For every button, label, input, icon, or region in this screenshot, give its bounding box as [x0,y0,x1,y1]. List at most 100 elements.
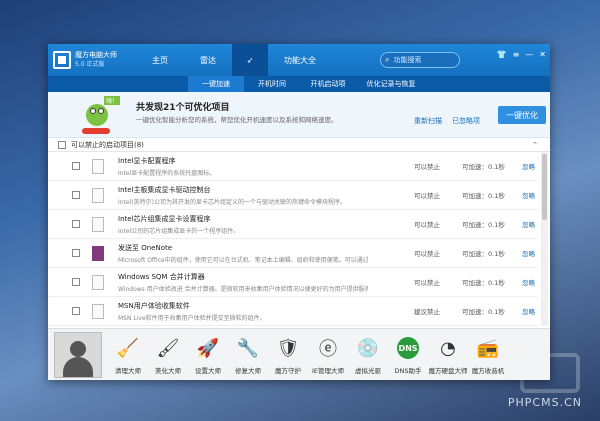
tool-dns[interactable]: DNSDNS助手 [388,335,428,375]
row-checkbox[interactable] [72,307,80,315]
tool-label: 美化大师 [155,365,181,375]
row-checkbox[interactable] [72,249,80,257]
nav-all-features[interactable]: 功能大全 [268,44,332,76]
tool-disk[interactable]: ◔魔方硬盘大师 [428,335,468,375]
row-ignore-link[interactable]: 忽略 [522,219,535,229]
row-name: Intel主板集成显卡驱动控制台 [118,185,368,195]
row-gain: 可加速：0.1秒 [462,248,505,258]
title-bar: 魔方电脑大师 5.0 正式版 主页 雷达 ➶ 功能大全 ⌕ 功能搜索 👕 ≡ —… [48,44,550,76]
tool-disc[interactable]: 💿虚拟光驱 [348,335,388,375]
nav-accelerate[interactable]: ➶ [232,44,268,76]
tool-ie[interactable]: ⓔIE管理大师 [308,335,348,375]
table-row: Windows SQM 合并计算器 Windows 用户体验改进 合并计算器。是微… [48,268,538,297]
row-ignore-link[interactable]: 忽略 [522,277,535,287]
app-window: 魔方电脑大师 5.0 正式版 主页 雷达 ➶ 功能大全 ⌕ 功能搜索 👕 ≡ —… [48,44,550,380]
cube-icon [53,51,71,69]
row-checkbox[interactable] [72,191,80,199]
banner-desc: 一键优化智能分析您的系统，帮您优化开机速度以及系统和网络速度。 [136,114,338,124]
banner-title: 共发现21个可优化项目 [136,100,230,113]
file-icon [92,217,104,232]
row-desc: Intel显卡配置程序的系统托盘图标。 [118,168,368,177]
tab-one-click-speedup[interactable]: 一键加速 [188,76,244,92]
row-name: Intel显卡配置程序 [118,156,368,166]
row-advice: 可以禁止 [414,248,440,258]
rocket-icon: 🚀 [196,335,220,361]
search-box[interactable]: ⌕ 功能搜索 [380,52,460,68]
brush-icon: 🖌 [156,335,180,361]
dns-icon: DNS [396,335,420,361]
row-ignore-link[interactable]: 忽略 [522,248,535,258]
table-row: Intel主板集成显卡驱动控制台Intel(英特尔)公司为其开发的显卡芯片组定义… [48,181,538,210]
row-name: Windows SQM 合并计算器 [118,272,368,282]
row-advice: 可以禁止 [414,190,440,200]
ignored-link[interactable]: 已忽略项 [452,116,480,126]
sub-nav: 一键加速 开机时间 开机启动项 优化记录与恢复 [48,76,550,92]
ie-icon: ⓔ [316,335,340,361]
search-icon: ⌕ [385,55,389,65]
table-row: Intel显卡配置程序 Intel显卡配置程序的系统托盘图标。 可以禁止 可加速：0.… [48,152,538,181]
search-placeholder: 功能搜索 [393,55,421,65]
tool-shield[interactable]: 🛡 魔方守护 [268,335,308,375]
row-desc: Intel公司的芯片组集成显卡的一个程序组件。 [118,226,368,235]
onenote-icon [92,246,104,261]
shield-icon: 🛡 [276,335,300,361]
tool-label: 清理大师 [115,365,141,375]
tool-wrench[interactable]: 🔧修复大师 [228,335,268,375]
tool-dock: 🧹清理大师🖌美化大师🚀设置大师🔧修复大师🛡魔方守护ⓔIE管理大师💿虚拟光驱DNS… [48,328,550,380]
group-checkbox[interactable] [58,141,66,149]
shirt-icon[interactable]: 👕 [497,50,507,59]
file-icon [92,188,104,203]
row-desc: Microsoft Office中的组件，使用它可以在台式机、笔记本上编辑、组织… [118,255,368,264]
chevron-up-icon[interactable]: ⌃ [532,141,538,149]
tab-boot-time[interactable]: 开机时间 [244,76,300,92]
nav-home[interactable]: 主页 [136,44,184,76]
app-name: 魔方电脑大师 [75,51,117,60]
close-icon[interactable]: ✕ [539,50,546,59]
table-row: MSN用户体验收集软件MSN Live软件用于收集用户体验并提交至微软的组件。建… [48,297,538,326]
minimize-icon[interactable]: — [525,50,533,59]
startup-list: Intel显卡配置程序Intel显卡配置程序的系统托盘图标。可以禁止可加速：0.… [48,152,538,326]
avatar[interactable] [54,332,102,378]
frog-mascot: 嗨！ [78,96,114,134]
row-advice: 可以禁止 [414,277,440,287]
tool-label: 魔方守护 [275,365,301,375]
row-desc: MSN Live软件用于收集用户体验并提交至微软的组件。 [118,313,368,322]
row-ignore-link[interactable]: 忽略 [522,190,535,200]
file-icon [92,275,104,290]
row-name: 发送至 OneNote [118,243,368,253]
scrollbar-thumb[interactable] [542,154,547,220]
disk-icon: ◔ [436,335,460,361]
table-row: Intel芯片组集成显卡设置程序Intel公司的芯片组集成显卡的一个程序组件。可… [48,210,538,239]
nav-radar[interactable]: 雷达 [184,44,232,76]
row-advice: 可以禁止 [414,161,440,171]
row-checkbox[interactable] [72,162,80,170]
tab-history[interactable]: 优化记录与恢复 [356,76,426,92]
menu-icon[interactable]: ≡ [513,50,520,59]
tab-startup-items[interactable]: 开机启动项 [300,76,356,92]
scan-banner: 嗨！ 共发现21个可优化项目 一键优化智能分析您的系统，帮您优化开机速度以及系统… [48,92,550,138]
app-logo: 魔方电脑大师 5.0 正式版 [48,44,136,76]
group-header[interactable]: 可以禁止的启动项目(8) ⌃ [48,138,550,152]
scrollbar[interactable] [541,152,548,326]
row-checkbox[interactable] [72,278,80,286]
file-icon [92,159,104,174]
window-controls: 👕 ≡ — ✕ [497,50,546,59]
row-checkbox[interactable] [72,220,80,228]
rescan-link[interactable]: 重新扫描 [414,116,442,126]
row-desc: Windows 用户体验改进 合并计算器。是微软用来收集用户体验情况以便更好的为… [118,284,368,293]
tool-radio[interactable]: 📻魔方收音机 [468,335,508,375]
watermark: PHPCMS.CN [508,396,582,409]
row-name: MSN用户体验收集软件 [118,301,368,311]
app-version: 5.0 正式版 [75,60,117,69]
file-icon [92,304,104,319]
group-label: 可以禁止的启动项目(8) [71,140,144,150]
wrench-icon: 🔧 [236,335,260,361]
row-gain: 可加速：0.1秒 [462,161,505,171]
tool-rocket[interactable]: 🚀设置大师 [188,335,228,375]
tool-broom[interactable]: 🧹清理大师 [108,335,148,375]
optimize-button[interactable]: 一键优化 [498,106,546,124]
row-gain: 可加速：0.1秒 [462,277,505,287]
tool-brush[interactable]: 🖌 美化大师 [148,335,188,375]
row-ignore-link[interactable]: 忽略 [522,306,535,316]
row-ignore-link[interactable]: 忽略 [522,161,535,171]
